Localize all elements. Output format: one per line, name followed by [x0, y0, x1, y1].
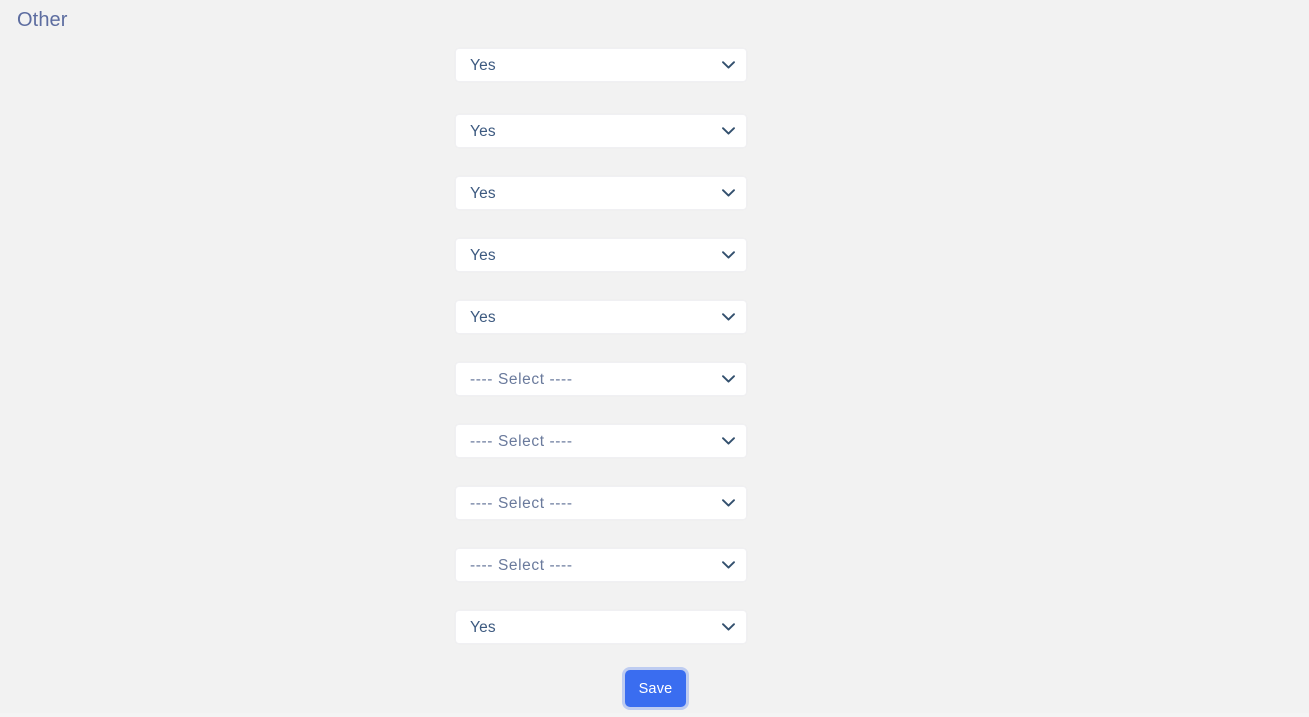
select-dropdown[interactable]: Yes [455, 610, 747, 644]
form-row-select-wrapper: ---- Select ---- [455, 548, 747, 582]
form-row: Display WeightageYes [0, 48, 760, 82]
page-bottom-edge [0, 713, 1309, 717]
settings-page: Other Display WeightageYes (Employee Scre… [0, 0, 1309, 717]
chevron-down-icon [722, 375, 735, 383]
form-row: (Manager Screen) Display Manager RatingY… [0, 300, 760, 334]
select-selected-value: Yes [470, 619, 496, 636]
select-selected-value: Yes [470, 309, 496, 326]
form-row-select-wrapper: Yes [455, 300, 747, 334]
form-row-select-wrapper: Yes [455, 610, 747, 644]
select-selected-value: Yes [470, 185, 496, 202]
select-dropdown[interactable]: Yes [455, 176, 747, 210]
select-dropdown[interactable]: ---- Select ---- [455, 362, 747, 396]
select-selected-value: Yes [470, 123, 496, 140]
select-dropdown[interactable]: ---- Select ---- [455, 424, 747, 458]
form-row: (Employee Screen) Display Manager Rating… [0, 176, 760, 210]
form-row-select-wrapper: Yes [455, 176, 747, 210]
chevron-down-icon [722, 561, 735, 569]
save-button[interactable]: Save [625, 670, 686, 707]
form-row-select-wrapper: ---- Select ---- [455, 486, 747, 520]
chevron-down-icon [722, 623, 735, 631]
select-selected-value: ---- Select ---- [470, 557, 573, 574]
select-selected-value: ---- Select ---- [470, 433, 573, 450]
select-selected-value: Yes [470, 247, 496, 264]
select-dropdown[interactable]: ---- Select ---- [455, 486, 747, 520]
select-selected-value: Yes [470, 57, 496, 74]
select-dropdown[interactable]: Yes [455, 300, 747, 334]
form-row: (Manager Screen) Display Other Manager R… [0, 362, 760, 396]
form-row-select-wrapper: ---- Select ---- [455, 362, 747, 396]
form-row-select-wrapper: Yes [455, 114, 747, 148]
chevron-down-icon [722, 189, 735, 197]
form-row: (Peer Screen) - Display Manager Appraisa… [0, 424, 760, 458]
form-row: Show Total of Weightage And Score to All… [0, 610, 760, 644]
form-row: (Employee Screen) - Display Employee Goa… [0, 486, 760, 520]
page-title: Other [17, 9, 68, 31]
form-row-select-wrapper: Yes [455, 238, 747, 272]
form-row-select-wrapper: Yes [455, 48, 747, 82]
select-selected-value: ---- Select ---- [470, 371, 573, 388]
select-dropdown[interactable]: ---- Select ---- [455, 548, 747, 582]
chevron-down-icon [722, 251, 735, 259]
chevron-down-icon [722, 61, 735, 69]
form-row: (Manager Screen) Display Employee Rating… [0, 238, 760, 272]
select-dropdown[interactable]: Yes [455, 114, 747, 148]
select-selected-value: ---- Select ---- [470, 495, 573, 512]
chevron-down-icon [722, 499, 735, 507]
chevron-down-icon [722, 313, 735, 321]
select-dropdown[interactable]: Yes [455, 48, 747, 82]
chevron-down-icon [722, 127, 735, 135]
chevron-down-icon [722, 437, 735, 445]
form-row: (Employee Screen) Display Employee Ratin… [0, 114, 760, 148]
form-row: (Manager Screen) - Display Employee Goal… [0, 548, 760, 582]
select-dropdown[interactable]: Yes [455, 238, 747, 272]
form-row-select-wrapper: ---- Select ---- [455, 424, 747, 458]
